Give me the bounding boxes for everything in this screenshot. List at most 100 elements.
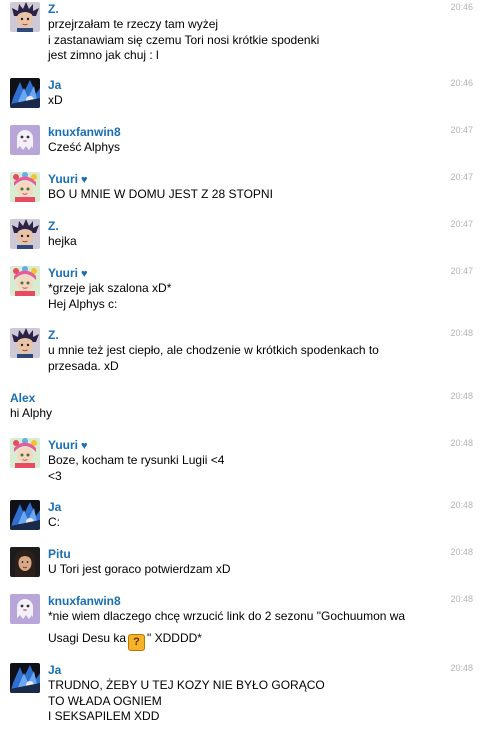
avatar-image: [10, 438, 40, 468]
username-link[interactable]: Ja: [48, 500, 61, 514]
avatar-image: [10, 663, 40, 693]
username-text: Z.: [48, 219, 59, 233]
avatar-image: [10, 219, 40, 249]
username-text: Z.: [48, 2, 59, 16]
message-line: przejrzałam te rzeczy tam wyżej: [48, 17, 219, 31]
message-timestamp: 20:47: [450, 266, 473, 276]
message-line: I SEKSAPILEM XDD: [48, 709, 160, 723]
avatar-image: [10, 266, 40, 296]
message-body: *grzeje jak szalona xD* Hej Alphys c:: [48, 281, 442, 312]
message-body: xD: [48, 93, 442, 109]
message-line: TO WŁADA OGNIEM: [48, 693, 162, 708]
message-timestamp: 20:48: [450, 594, 473, 604]
avatar-image: [10, 500, 40, 530]
message-timestamp: 20:46: [450, 78, 473, 88]
avatar-image: [10, 78, 40, 108]
message-line: C:: [48, 515, 60, 529]
message-line: Cześć Alphys: [48, 140, 121, 154]
message-timestamp: 20:47: [450, 172, 473, 182]
message-line: hejka: [48, 234, 77, 248]
message-line: *nie wiem dlaczego chcę wrzucić link do …: [48, 609, 406, 623]
username-link[interactable]: Z.: [48, 328, 59, 342]
message-text: " XDDDD*: [147, 630, 202, 645]
message-timestamp: 20:48: [450, 500, 473, 510]
username-link[interactable]: Yuuri ♥: [48, 266, 88, 280]
avatar[interactable]: [10, 219, 40, 249]
message-body: C:: [48, 515, 442, 531]
username-text: Ja: [48, 500, 62, 514]
username-link[interactable]: knuxfanwin8: [48, 594, 121, 608]
username-link[interactable]: Pitu: [48, 547, 71, 561]
message-body: U Tori jest goraco potwierdzam xD: [48, 562, 442, 578]
avatar[interactable]: [10, 2, 40, 32]
message-line: *grzeje jak szalona xD*: [48, 281, 172, 295]
message-line: TRUDNO, ŻEBY U TEJ KOZY NIE BYŁO GORĄCO: [48, 678, 325, 692]
message-line: u mnie też jest ciepło, ale chodzenie w …: [48, 343, 379, 357]
message-line: przesada. xD: [48, 358, 119, 373]
username-text: knuxfanwin8: [48, 594, 121, 608]
avatar[interactable]: [10, 125, 40, 155]
username-link[interactable]: Z.: [48, 2, 59, 16]
message-line: i zastanawiam się czemu Tori nosi krótki…: [48, 32, 320, 47]
avatar-image: [10, 328, 40, 358]
username-text: Yuuri: [48, 172, 79, 186]
username-text: Pitu: [48, 547, 71, 561]
message-body: hejka: [48, 234, 442, 250]
username-text: Z.: [48, 328, 59, 342]
avatar-image: [10, 547, 40, 577]
username-text: Yuuri: [48, 266, 79, 280]
username-link[interactable]: Z.: [48, 219, 59, 233]
username-link[interactable]: Ja: [48, 78, 61, 92]
message-line: BO U MNIE W DOMU JEST Z 28 STOPNI: [48, 187, 273, 201]
message-body: u mnie też jest ciepło, ale chodzenie w …: [48, 343, 442, 374]
avatar[interactable]: [10, 172, 40, 202]
avatar-image: [10, 594, 40, 624]
message-timestamp: 20:48: [450, 328, 473, 338]
message-body: BO U MNIE W DOMU JEST Z 28 STOPNI: [48, 187, 442, 203]
message-timestamp: 20:48: [450, 391, 473, 401]
message-line: hi Alphy: [10, 406, 53, 420]
username-text: Yuuri: [48, 438, 79, 452]
message-body: Cześć Alphys: [48, 140, 442, 156]
avatar-image: [10, 172, 40, 202]
username-text: Alex: [10, 391, 36, 405]
heart-icon: ♥: [81, 268, 88, 280]
username-link[interactable]: Yuuri ♥: [48, 438, 88, 452]
message-line: Hej Alphys c:: [48, 296, 118, 311]
message-line: Boze, kocham te rysunki Lugii <4: [48, 453, 225, 467]
heart-icon: ♥: [81, 440, 88, 452]
message-line: U Tori jest goraco potwierdzam xD: [48, 562, 231, 576]
avatar[interactable]: [10, 438, 40, 468]
username-link[interactable]: Ja: [48, 663, 61, 677]
avatar[interactable]: [10, 547, 40, 577]
message-body: hi Alphy: [10, 406, 442, 422]
message-timestamp: 20:47: [450, 219, 473, 229]
message-timestamp: 20:48: [450, 438, 473, 448]
username-link[interactable]: knuxfanwin8: [48, 125, 121, 139]
avatar[interactable]: [10, 594, 40, 624]
avatar[interactable]: [10, 663, 40, 693]
message-body: przejrzałam te rzeczy tam wyżej i zastana…: [48, 17, 442, 64]
avatar[interactable]: [10, 78, 40, 108]
message-line: jest zimno jak chuj : l: [48, 48, 159, 62]
message-line: <3: [48, 468, 62, 483]
message-body: Boze, kocham te rysunki Lugii <4 <3: [48, 453, 442, 484]
message-line: Usagi Desu ka? " XDDDD*: [48, 625, 442, 652]
username-link[interactable]: Alex: [10, 391, 35, 405]
question-emoticon-icon: ?: [128, 633, 146, 651]
message-timestamp: 20:48: [450, 547, 473, 557]
message-body: *nie wiem dlaczego chcę wrzucić link do …: [48, 609, 442, 652]
heart-icon: ♥: [81, 174, 88, 186]
username-text: knuxfanwin8: [48, 125, 121, 139]
username-text: Ja: [48, 663, 62, 677]
message-timestamp: 20:47: [450, 125, 473, 135]
avatar[interactable]: [10, 500, 40, 530]
message-line: xD: [48, 93, 63, 107]
username-link[interactable]: Yuuri ♥: [48, 172, 88, 186]
message-text: Usagi Desu ka: [48, 630, 127, 645]
message-timestamp: 20:46: [450, 2, 473, 12]
avatar[interactable]: [10, 266, 40, 296]
avatar-image: [10, 125, 40, 155]
message-body: TRUDNO, ŻEBY U TEJ KOZY NIE BYŁO GORĄCO T…: [48, 678, 442, 725]
avatar[interactable]: [10, 328, 40, 358]
